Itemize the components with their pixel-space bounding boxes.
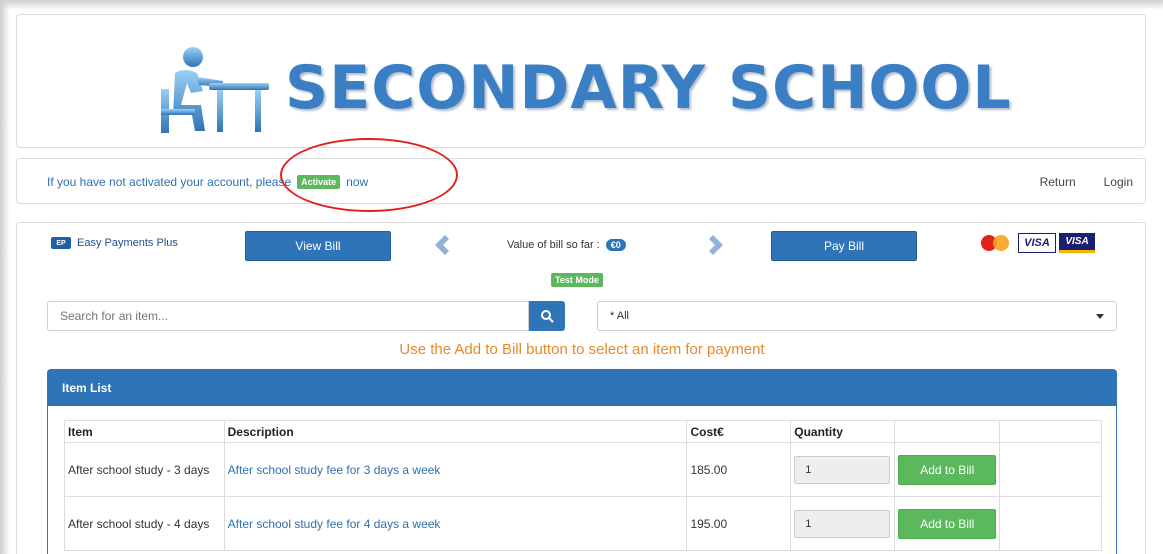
instruction-hint: Use the Add to Bill button to select an … xyxy=(399,341,765,358)
search-icon xyxy=(541,310,554,323)
return-link[interactable]: Return xyxy=(1040,175,1076,189)
top-nav: Return Login xyxy=(1040,175,1133,189)
item-description[interactable]: After school study fee for 4 days a week xyxy=(223,496,688,551)
easy-payments-plus-logo: EP Easy Payments Plus xyxy=(51,237,178,249)
column-header-description: Description xyxy=(223,420,688,443)
item-cost: 195.00 xyxy=(686,496,792,551)
table-row: After school study - 4 days After school… xyxy=(64,496,1102,551)
mastercard-icon xyxy=(979,233,1015,253)
payment-panel: EP Easy Payments Plus View Bill Value of… xyxy=(16,222,1146,554)
card-logos: VISA VISA xyxy=(979,233,1095,253)
items-table: Item Description Cost€ Quantity After sc… xyxy=(64,420,1102,551)
search-button[interactable] xyxy=(529,301,565,331)
bill-value-badge: €0 xyxy=(605,239,626,251)
annotation-circle xyxy=(280,138,458,212)
bill-value-label: Value of bill so far : xyxy=(507,239,600,251)
view-bill-button[interactable]: View Bill xyxy=(245,231,391,261)
column-header-quantity: Quantity xyxy=(790,420,896,443)
add-to-bill-button[interactable]: Add to Bill xyxy=(898,454,997,485)
quantity-input[interactable]: 1 xyxy=(794,455,891,484)
table-header-row: Item Description Cost€ Quantity xyxy=(64,420,1102,443)
column-header-action xyxy=(894,420,1001,443)
caret-down-icon xyxy=(1096,313,1104,319)
activation-notice-bar: If you have not activated your account, … xyxy=(16,158,1146,204)
item-description[interactable]: After school study fee for 3 days a week xyxy=(223,442,688,497)
search-input[interactable] xyxy=(47,301,529,331)
school-logo: SECONDARY SCHOOL xyxy=(145,45,1045,135)
item-name: After school study - 3 days xyxy=(64,442,225,497)
epp-badge-icon: EP xyxy=(51,237,71,249)
table-row: After school study - 3 days After school… xyxy=(64,442,1102,497)
provider-name: Easy Payments Plus xyxy=(77,237,178,249)
category-selected-value: * All xyxy=(610,310,629,322)
category-select[interactable]: * All xyxy=(597,301,1117,331)
column-header-extra xyxy=(999,420,1102,443)
item-list-title: Item List xyxy=(48,370,1116,406)
pay-bill-button[interactable]: Pay Bill xyxy=(771,231,917,261)
action-cell: Add to Bill xyxy=(894,442,1001,497)
visa-electron-icon: VISA xyxy=(1059,233,1095,253)
login-link[interactable]: Login xyxy=(1104,175,1133,189)
column-header-item: Item xyxy=(64,420,225,443)
empty-cell xyxy=(999,442,1102,497)
student-at-desk-icon xyxy=(161,47,269,133)
visa-icon: VISA xyxy=(1018,233,1056,253)
notice-text-before: If you have not activated your account, … xyxy=(47,175,292,189)
item-name: After school study - 4 days xyxy=(64,496,225,551)
empty-cell xyxy=(999,496,1102,551)
item-cost: 185.00 xyxy=(686,442,792,497)
action-cell: Add to Bill xyxy=(894,496,1001,551)
school-name: SECONDARY SCHOOL xyxy=(285,53,1012,123)
header-panel: SECONDARY SCHOOL xyxy=(16,14,1146,148)
chevron-left-icon[interactable] xyxy=(429,233,453,257)
bill-value-display: Value of bill so far : €0 xyxy=(507,239,626,251)
column-header-cost: Cost€ xyxy=(686,420,792,443)
item-list-panel: Item List Item Description Cost€ Quantit… xyxy=(47,369,1117,554)
quantity-cell: 1 xyxy=(790,496,896,551)
test-mode-badge: Test Mode xyxy=(551,273,603,287)
quantity-input[interactable]: 1 xyxy=(794,509,891,538)
quantity-cell: 1 xyxy=(790,442,896,497)
add-to-bill-button[interactable]: Add to Bill xyxy=(898,508,997,539)
chevron-right-icon[interactable] xyxy=(705,233,729,257)
